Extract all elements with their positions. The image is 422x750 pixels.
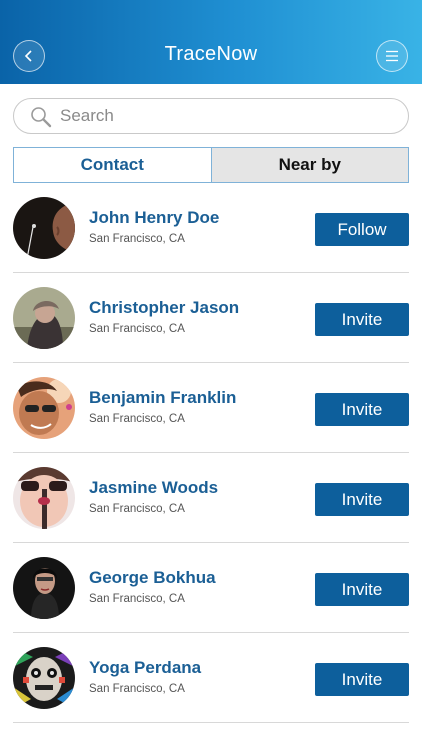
contact-location: San Francisco, CA (89, 413, 185, 425)
avatar (13, 647, 75, 709)
avatar (13, 557, 75, 619)
avatar (13, 197, 75, 259)
search-icon (31, 107, 52, 128)
page-title: TraceNow (164, 43, 258, 65)
list-item[interactable]: Yoga Perdana San Francisco, CA Invite (13, 633, 409, 723)
tab-near-by[interactable]: Near by (211, 148, 408, 182)
contact-location: San Francisco, CA (89, 683, 185, 695)
invite-button[interactable]: Invite (315, 483, 409, 516)
contact-location: San Francisco, CA (89, 503, 185, 515)
invite-button[interactable]: Invite (315, 573, 409, 606)
app-header: TraceNow (0, 0, 422, 84)
contact-location: San Francisco, CA (89, 323, 185, 335)
contact-name: John Henry Doe (89, 208, 220, 227)
list-item[interactable]: John Henry Doe San Francisco, CA Follow (13, 183, 409, 273)
contact-location: San Francisco, CA (89, 233, 185, 245)
segmented-control: Contact Near by (13, 147, 409, 183)
invite-button[interactable]: Invite (315, 663, 409, 696)
contact-name: Yoga Perdana (89, 658, 202, 677)
follow-button[interactable]: Follow (315, 213, 409, 246)
invite-button[interactable]: Invite (315, 393, 409, 426)
contact-location: San Francisco, CA (89, 593, 185, 605)
tab-contact[interactable]: Contact (14, 148, 212, 182)
contact-name: Benjamin Franklin (89, 388, 237, 407)
avatar (13, 377, 75, 439)
list-item[interactable]: Jasmine Woods San Francisco, CA Invite (13, 453, 409, 543)
avatar (13, 467, 75, 529)
invite-button[interactable]: Invite (315, 303, 409, 336)
contact-name: George Bokhua (89, 568, 216, 587)
menu-button[interactable] (376, 40, 408, 72)
search-input[interactable] (60, 99, 390, 133)
search-bar (13, 98, 409, 134)
avatar (13, 287, 75, 349)
contact-list: John Henry Doe San Francisco, CA Follow … (0, 183, 422, 723)
list-item[interactable]: Christopher Jason San Francisco, CA Invi… (13, 273, 409, 363)
hamburger-menu-icon (386, 50, 398, 62)
contact-name: Jasmine Woods (89, 478, 219, 497)
list-item[interactable]: Benjamin Franklin San Francisco, CA Invi… (13, 363, 409, 453)
list-item[interactable]: George Bokhua San Francisco, CA Invite (13, 543, 409, 633)
contact-name: Christopher Jason (89, 298, 240, 317)
